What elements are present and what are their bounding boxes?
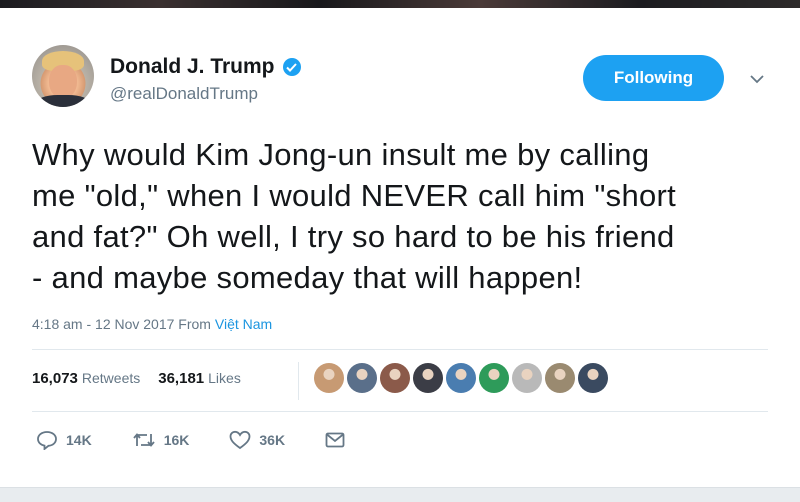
liker-avatar[interactable] xyxy=(413,363,443,393)
avatar-face xyxy=(49,65,77,99)
avatar-suit xyxy=(36,95,90,107)
stats-divider xyxy=(298,362,299,400)
tweet-timestamp: 4:18 am - 12 Nov 2017 From Việt Nam xyxy=(32,316,272,332)
following-button[interactable]: Following xyxy=(583,55,724,101)
heart-icon xyxy=(229,430,251,450)
liker-avatar[interactable] xyxy=(314,363,344,393)
like-count: 36K xyxy=(259,432,286,448)
liker-avatar[interactable] xyxy=(512,363,542,393)
retweets-count[interactable]: 16,073 xyxy=(32,370,78,387)
message-button[interactable] xyxy=(325,432,345,448)
liker-avatar[interactable] xyxy=(380,363,410,393)
author-handle[interactable]: @realDonaldTrump xyxy=(110,84,258,104)
divider xyxy=(32,349,768,350)
background-photo-strip xyxy=(0,0,800,8)
author-line: Donald J. Trump xyxy=(110,55,301,79)
likes-count[interactable]: 36,181 xyxy=(158,370,204,387)
chevron-down-icon[interactable] xyxy=(744,66,770,92)
liker-avatar[interactable] xyxy=(578,363,608,393)
likers-avatars xyxy=(314,363,608,393)
reply-button[interactable]: 14K xyxy=(36,430,92,450)
like-button[interactable]: 36K xyxy=(229,430,285,450)
tweet-text-line: and fat?" Oh well, I try so hard to be h… xyxy=(32,219,675,254)
likes-label[interactable]: Likes xyxy=(208,370,241,386)
tweet-actions: 14K 16K 36K xyxy=(36,430,385,450)
liker-avatar[interactable] xyxy=(347,363,377,393)
verified-badge-icon xyxy=(282,58,301,76)
reply-icon xyxy=(37,431,57,450)
liker-avatar[interactable] xyxy=(545,363,575,393)
author-name[interactable]: Donald J. Trump xyxy=(110,55,275,79)
retweet-button[interactable]: 16K xyxy=(132,431,190,449)
page-footer-strip xyxy=(0,487,800,502)
retweets-label[interactable]: Retweets xyxy=(82,370,140,386)
tweet-text-line: Why would Kim Jong-un insult me by calli… xyxy=(32,137,650,172)
timestamp-text[interactable]: 4:18 am - 12 Nov 2017 From xyxy=(32,316,215,332)
retweet-count: 16K xyxy=(163,432,190,448)
tweet-stats: 16,073 Retweets 36,181 Likes xyxy=(32,370,241,387)
tweet-text: Why would Kim Jong-un insult me by calli… xyxy=(32,134,792,298)
divider xyxy=(32,411,768,412)
liker-avatar[interactable] xyxy=(479,363,509,393)
reply-count: 14K xyxy=(66,432,92,448)
location-link[interactable]: Việt Nam xyxy=(215,316,272,332)
retweet-icon xyxy=(133,433,155,447)
liker-avatar[interactable] xyxy=(446,363,476,393)
avatar[interactable] xyxy=(32,45,94,107)
envelope-icon xyxy=(325,432,345,448)
tweet-text-line: me "old," when I would NEVER call him "s… xyxy=(32,178,677,213)
tweet-text-line: - and maybe someday that will happen! xyxy=(32,260,583,295)
